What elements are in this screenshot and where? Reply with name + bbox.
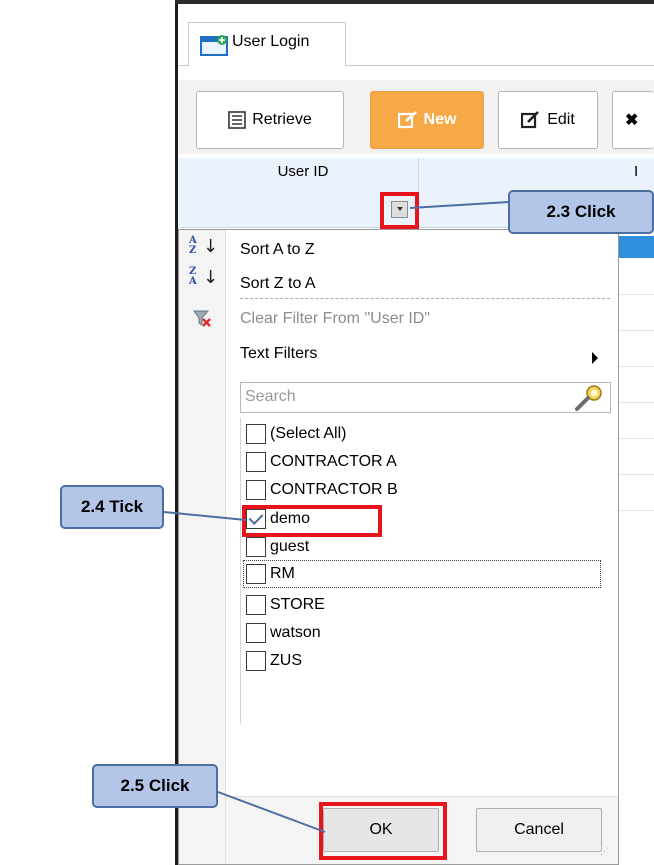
checkbox-label: STORE — [270, 596, 325, 613]
form-window-icon — [200, 35, 228, 56]
checkbox-zus[interactable]: ZUS — [246, 647, 302, 675]
callout-step-2-5: 2.5 Click — [92, 764, 218, 808]
checkbox[interactable] — [246, 424, 266, 444]
grid-row-line — [619, 402, 654, 403]
grid-row-line — [619, 438, 654, 439]
checkbox[interactable] — [246, 595, 266, 615]
callout-step-2-4: 2.4 Tick — [60, 485, 164, 529]
delete-icon: ✖ — [625, 112, 639, 129]
clear-filter-icon — [193, 310, 211, 327]
cancel-button[interactable]: Cancel — [476, 808, 602, 852]
submenu-arrow-icon — [592, 352, 598, 364]
checkbox-label: CONTRACTOR B — [270, 481, 398, 498]
retrieve-button[interactable]: Retrieve — [196, 91, 344, 149]
resize-grip-icon[interactable]: ⋰ — [600, 847, 614, 862]
callout-step-2-3: 2.3 Click — [508, 190, 654, 234]
edit-icon — [521, 111, 540, 129]
grid-row-line — [619, 510, 654, 511]
grid-row-line — [619, 474, 654, 475]
edit-label: Edit — [547, 111, 575, 128]
checkbox-watson[interactable]: watson — [246, 619, 321, 647]
menu-text-filters[interactable]: Text Filters — [240, 345, 317, 363]
new-record-icon — [397, 111, 417, 129]
checkbox[interactable] — [246, 452, 266, 472]
checkbox-contractor-a[interactable]: CONTRACTOR A — [246, 448, 397, 476]
checkbox-label: CONTRACTOR A — [270, 453, 397, 470]
checkbox-rm[interactable]: RM — [246, 560, 295, 588]
checkbox[interactable] — [246, 480, 266, 500]
list-icon — [228, 111, 247, 129]
search-icon — [575, 385, 602, 411]
new-button[interactable]: New — [370, 91, 484, 149]
delete-button[interactable]: ✖ — [612, 91, 654, 149]
checkbox[interactable] — [246, 651, 266, 671]
checkbox-label: (Select All) — [270, 425, 347, 442]
menu-clear-filter[interactable]: Clear Filter From "User ID" — [240, 310, 430, 328]
sort-descending-icon: Z A ↓ — [189, 266, 219, 288]
checkbox-store[interactable]: STORE — [246, 591, 325, 619]
grid-row-line — [619, 330, 654, 331]
new-label: New — [423, 111, 457, 128]
selected-row[interactable] — [619, 236, 654, 258]
checkbox-label: guest — [270, 538, 310, 555]
menu-sort-z-to-a[interactable]: Sort Z to A — [240, 275, 316, 293]
grid-row-line — [619, 294, 654, 295]
highlight-box-filter — [380, 192, 419, 229]
edit-button[interactable]: Edit — [498, 91, 598, 149]
checkbox-select-all[interactable]: (Select All) — [246, 420, 346, 448]
checkbox[interactable] — [246, 537, 266, 557]
highlight-box-demo — [242, 505, 382, 537]
checkbox[interactable] — [246, 623, 266, 643]
checkbox-guest[interactable]: guest — [246, 533, 309, 561]
menu-sort-a-to-z[interactable]: Sort A to Z — [240, 241, 315, 259]
checkbox-label: ZUS — [270, 652, 302, 669]
menu-separator — [240, 298, 610, 299]
focus-outline — [243, 560, 601, 588]
checkbox-label: watson — [270, 624, 321, 641]
column-header-user-id[interactable]: User ID — [238, 163, 368, 180]
tab-label: User Login — [232, 33, 310, 50]
sort-ascending-icon: A Z ↓ — [189, 235, 219, 257]
search-placeholder: Search — [245, 388, 296, 405]
column-header-next[interactable]: I — [634, 163, 638, 180]
checkbox-label: RM — [270, 565, 295, 582]
checkbox[interactable] — [246, 564, 266, 584]
checkbox-contractor-b[interactable]: CONTRACTOR B — [246, 476, 398, 504]
grid-row-line — [619, 366, 654, 367]
highlight-box-ok — [319, 802, 447, 860]
retrieve-label: Retrieve — [252, 111, 312, 128]
